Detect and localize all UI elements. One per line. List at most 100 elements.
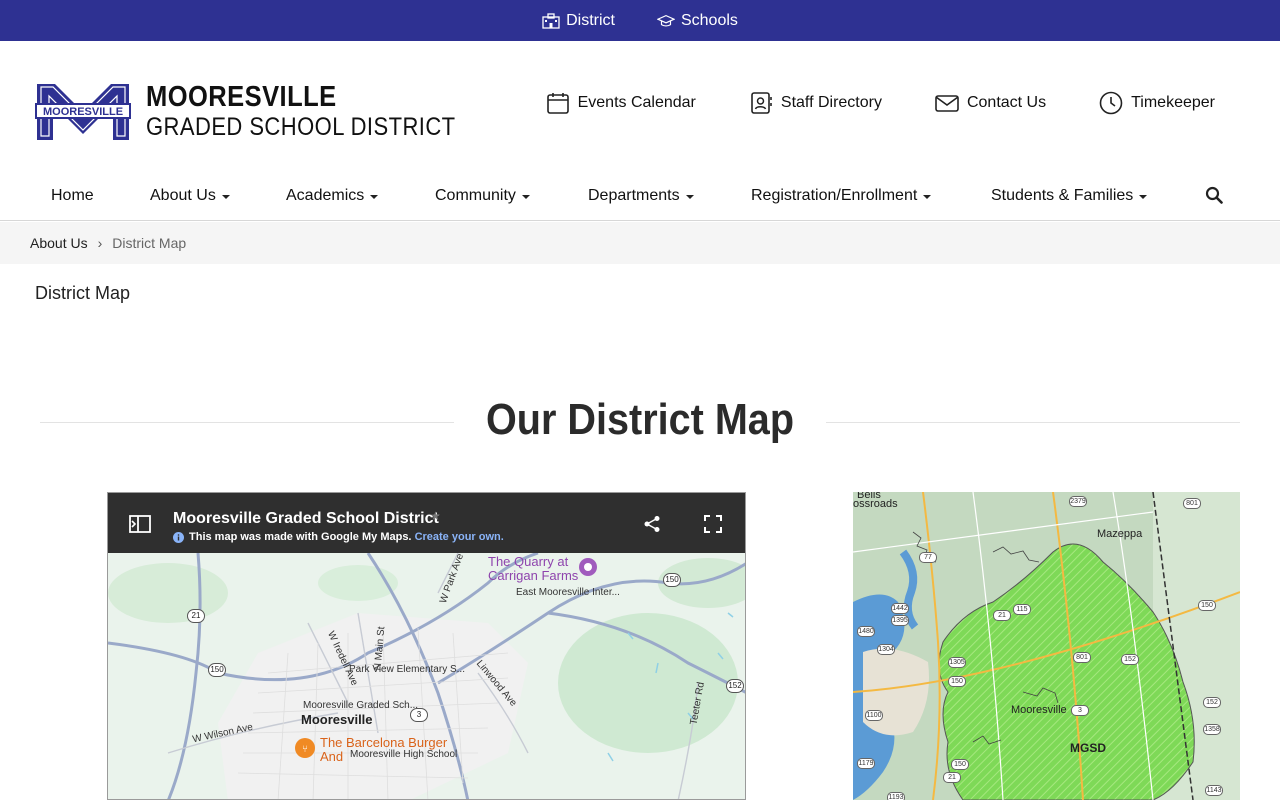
- district-name[interactable]: MOORESVILLE GRADED SCHOOL DISTRICT: [146, 83, 498, 140]
- nav-registration-label: Registration/Enrollment: [751, 187, 918, 204]
- events-calendar-link[interactable]: Events Calendar: [546, 91, 696, 115]
- fullscreen-icon[interactable]: [704, 515, 722, 533]
- schools-label: Schools: [680, 11, 738, 29]
- map-label-mooresville: Mooresville: [1011, 704, 1067, 716]
- top-bar: District Schools: [0, 0, 1280, 41]
- district-label: District: [566, 11, 615, 29]
- caret-down-icon: [923, 195, 932, 199]
- boundary-map-canvas: [853, 492, 1240, 800]
- nav-academics-label: Academics: [286, 187, 365, 204]
- district-logo[interactable]: MOORESVILLE: [35, 82, 131, 142]
- chevron-right-icon: ›: [97, 235, 103, 251]
- route-shield: 1395: [891, 615, 909, 626]
- route-shield: 1179: [857, 758, 875, 769]
- district-name-line2: GRADED SCHOOL DISTRICT: [146, 113, 456, 141]
- route-shield: 152: [1121, 654, 1139, 665]
- route-shield: 77: [919, 552, 937, 563]
- district-link[interactable]: District: [542, 12, 615, 30]
- route-shield: 1304: [877, 644, 895, 655]
- map-header: Mooresville Graded School District ★ Thi…: [108, 493, 745, 553]
- route-shield: 1480: [857, 626, 875, 637]
- quick-links: Events Calendar Staff Directory Contact …: [546, 91, 1215, 115]
- nav-home-label: Home: [51, 187, 94, 204]
- map-title[interactable]: Mooresville Graded School District: [173, 510, 439, 528]
- calendar-icon: [546, 93, 569, 114]
- route-shield: 3: [410, 708, 428, 722]
- route-shield: 1442: [891, 603, 909, 614]
- route-shield: 150: [948, 676, 966, 687]
- map-label-crossroads: ossroads: [853, 498, 898, 510]
- share-icon[interactable]: [643, 515, 661, 533]
- breadcrumb-current: District Map: [112, 235, 187, 251]
- nav-students-families-label: Students & Families: [991, 187, 1134, 204]
- nav-home[interactable]: Home: [51, 187, 94, 205]
- create-your-own-link[interactable]: Create your own.: [415, 531, 504, 543]
- route-shield: 150: [208, 663, 226, 677]
- map-note: This map was made with Google My Maps. C…: [189, 531, 504, 543]
- contact-card-icon: [751, 92, 772, 114]
- envelope-icon: [935, 95, 959, 112]
- staff-directory-link[interactable]: Staff Directory: [749, 91, 882, 115]
- route-shield: 152: [726, 679, 744, 693]
- nav-community-label: Community: [435, 187, 516, 204]
- breadcrumb: About Us › District Map: [0, 222, 1280, 264]
- section-title: Our District Map: [485, 395, 795, 444]
- map-note-text: This map was made with Google My Maps.: [189, 531, 412, 543]
- google-map-embed[interactable]: ⑂ Mooresville Graded School District ★ T…: [107, 492, 746, 800]
- route-shield: 150: [951, 759, 969, 770]
- events-calendar-label: Events Calendar: [577, 94, 696, 111]
- route-shield: 3: [1071, 705, 1089, 716]
- route-shield: 21: [993, 610, 1011, 621]
- route-shield: 1305: [948, 657, 966, 668]
- district-name-line1: MOORESVILLE: [146, 81, 337, 113]
- route-shield: 21: [943, 772, 961, 783]
- route-shield: 150: [1198, 600, 1216, 611]
- caret-down-icon: [521, 195, 530, 199]
- map-label-mooresville: Mooresville: [301, 712, 373, 727]
- route-shield: 1193: [887, 792, 905, 800]
- district-boundary-map: Bells ossroads Mazeppa Mooresville MGSD …: [853, 492, 1240, 800]
- map-label-mgsd[interactable]: Mooresville Graded Sch...: [303, 700, 418, 711]
- main-nav: Home About Us Academics Community Depart…: [0, 175, 1280, 221]
- nav-students-families[interactable]: Students & Families: [991, 187, 1148, 205]
- nav-departments-label: Departments: [588, 187, 680, 204]
- info-icon: [173, 532, 184, 543]
- route-shield: 801: [1183, 498, 1201, 509]
- map-label-east-mooresville[interactable]: East Mooresville Inter...: [516, 587, 620, 598]
- route-shield: 150: [663, 573, 681, 587]
- route-shield: 1100: [865, 710, 883, 721]
- nav-academics[interactable]: Academics: [286, 187, 379, 205]
- svg-text:MOORESVILLE: MOORESVILLE: [43, 106, 123, 118]
- page-title: District Map: [35, 283, 131, 303]
- caret-down-icon: [370, 195, 379, 199]
- nav-departments[interactable]: Departments: [588, 187, 694, 205]
- map-label-mgsd: MGSD: [1070, 741, 1106, 755]
- breadcrumb-about-us[interactable]: About Us: [30, 235, 88, 251]
- nav-community[interactable]: Community: [435, 187, 530, 205]
- schools-link[interactable]: Schools: [656, 11, 738, 30]
- timekeeper-label: Timekeeper: [1131, 94, 1215, 111]
- timekeeper-link[interactable]: Timekeeper: [1099, 91, 1215, 115]
- side-panel-icon[interactable]: [129, 515, 151, 533]
- nav-registration[interactable]: Registration/Enrollment: [751, 187, 932, 205]
- nav-about-us[interactable]: About Us: [150, 187, 230, 205]
- caret-down-icon: [221, 195, 230, 199]
- caret-down-icon: [685, 195, 694, 199]
- contact-us-link[interactable]: Contact Us: [935, 91, 1046, 115]
- nav-about-us-label: About Us: [150, 187, 216, 204]
- building-icon: [542, 12, 560, 29]
- site-header: MOORESVILLE MOORESVILLE GRADED SCHOOL DI…: [0, 41, 1280, 171]
- map-label-park-view[interactable]: Park View Elementary S...: [349, 664, 465, 675]
- clock-icon: [1099, 91, 1123, 115]
- search-icon[interactable]: [1205, 186, 1223, 204]
- contact-us-label: Contact Us: [966, 94, 1047, 111]
- star-icon[interactable]: ★: [430, 509, 441, 523]
- route-shield: 1358: [1203, 724, 1221, 735]
- map-label-quarry[interactable]: The Quarry at Carrigan Farms: [488, 555, 578, 582]
- graduation-cap-icon: [656, 14, 675, 27]
- caret-down-icon: [1139, 195, 1148, 199]
- route-shield: 801: [1073, 652, 1091, 663]
- route-shield: 1143: [1205, 785, 1223, 796]
- svg-text:⑂: ⑂: [302, 744, 308, 755]
- map-label-high-school[interactable]: Mooresville High School: [350, 749, 457, 760]
